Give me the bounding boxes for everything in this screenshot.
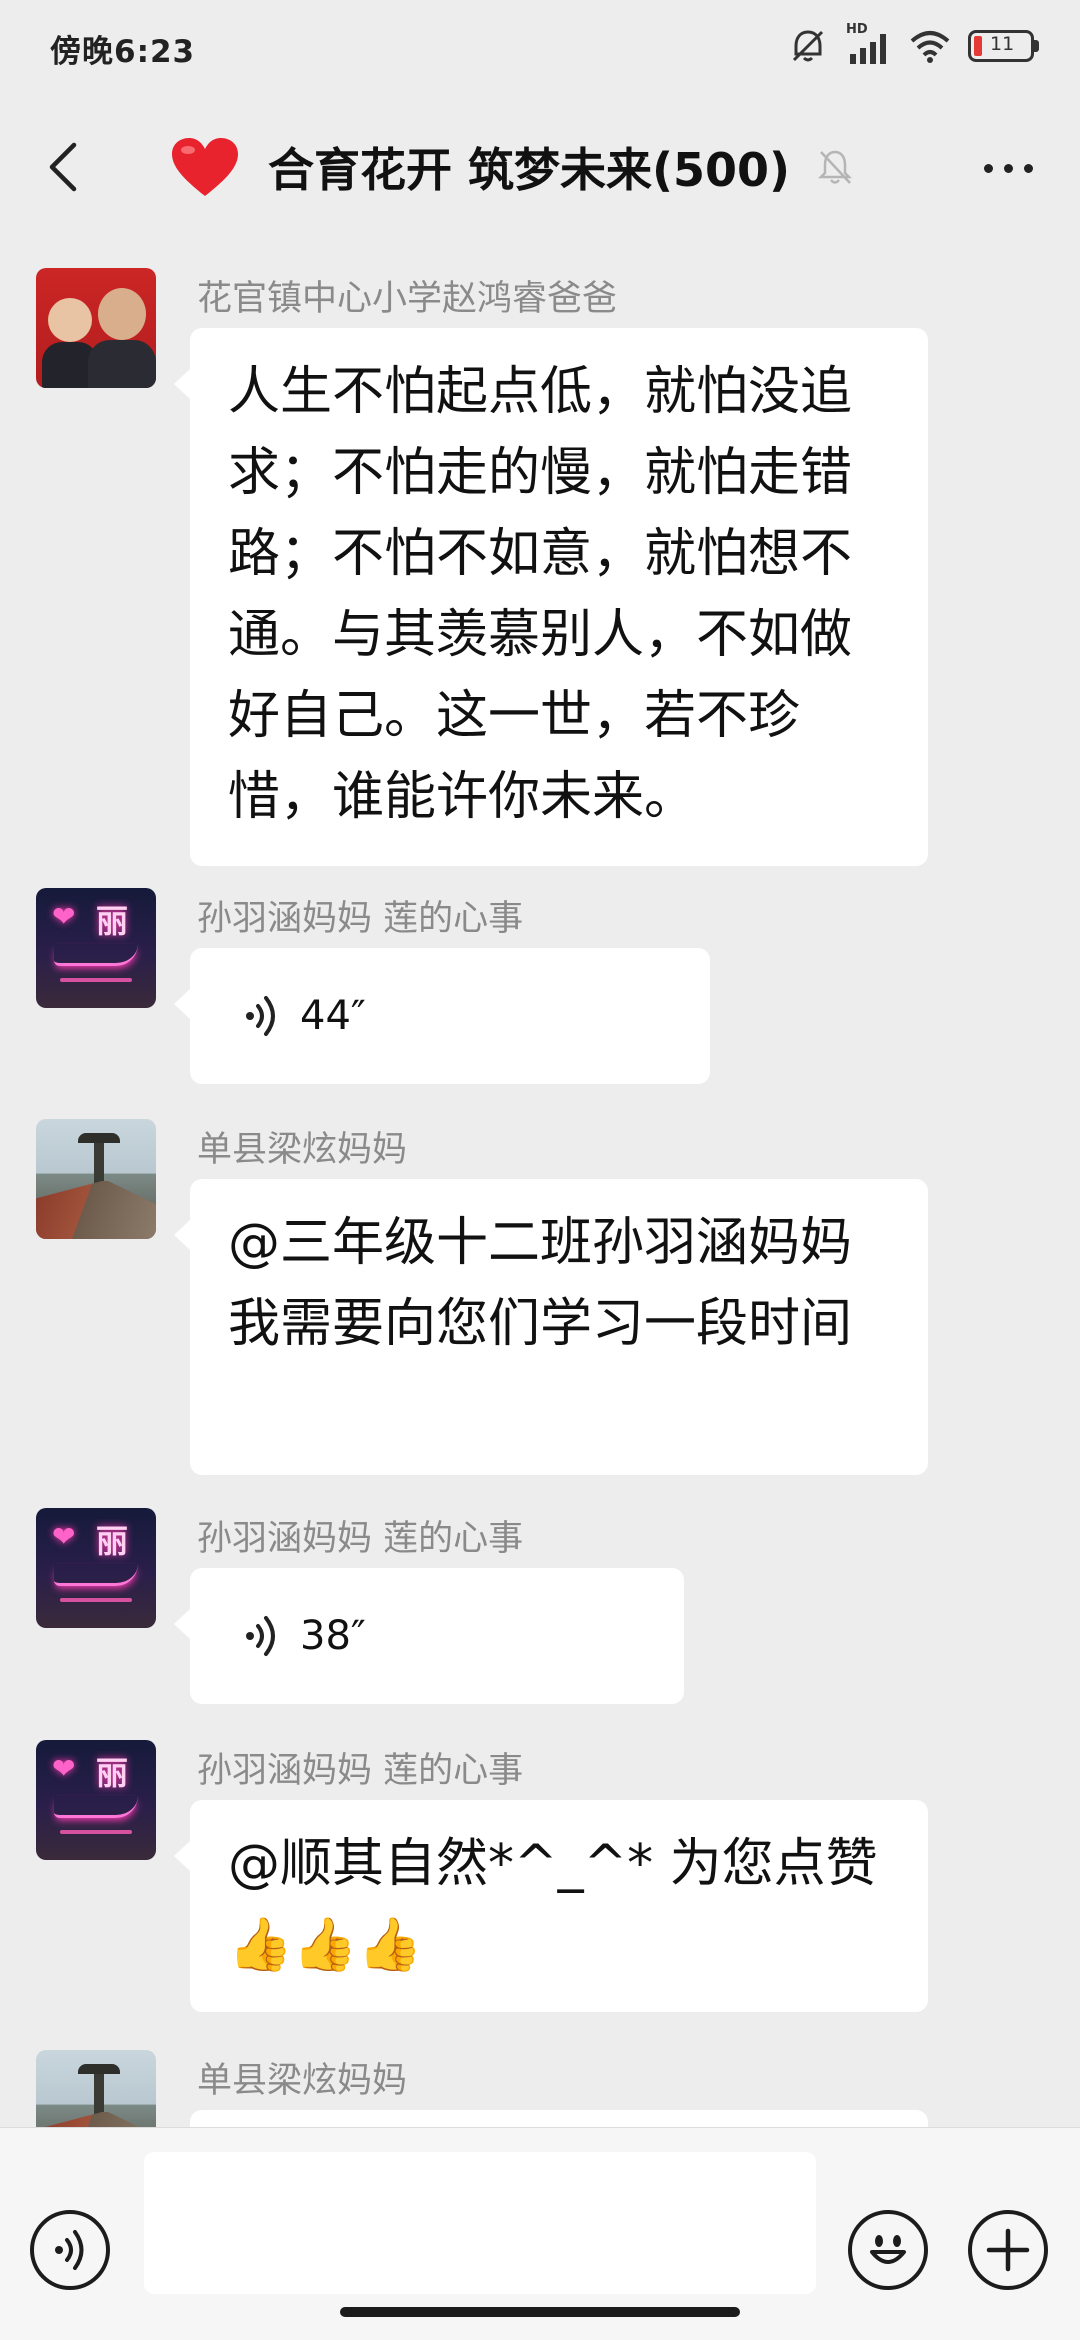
heart-icon <box>172 138 238 196</box>
voice-input-icon <box>55 2230 84 2270</box>
back-button[interactable] <box>32 134 92 200</box>
status-bar: 傍晚6:23 HD 11 <box>0 0 1080 92</box>
status-icons: HD 11 <box>788 22 1040 70</box>
message-item: ❤ 丽 孙羽涵妈妈 莲的心事 @顺其自然*^_^* 为您点赞 👍👍👍 <box>0 1714 1080 2044</box>
avatar[interactable] <box>36 1119 156 1239</box>
voice-input-button[interactable] <box>30 2210 110 2290</box>
plus-button[interactable] <box>968 2210 1048 2290</box>
message-bubble[interactable]: @顺其自然*^_^* 为您点赞 👍👍👍 <box>174 1800 928 2012</box>
battery-icon: 11 <box>968 30 1040 62</box>
voice-duration: 44″ <box>300 993 366 1039</box>
avatar[interactable] <box>36 2050 156 2127</box>
avatar[interactable]: ❤ 丽 <box>36 1740 156 1860</box>
more-dot <box>1003 163 1013 173</box>
message-item: 花官镇中心小学赵鸿睿爸爸 人生不怕起点低，就怕没追求；不怕走的慢，就怕走错路；不… <box>0 242 1080 866</box>
more-options-button[interactable] <box>968 140 1048 196</box>
status-time: 傍晚6:23 <box>50 34 196 70</box>
hd-label: HD <box>846 22 868 37</box>
voice-message-bubble[interactable]: 44″ <box>174 948 710 1084</box>
sender-name: 孙羽涵妈妈 莲的心事 <box>197 1751 524 1791</box>
thumbs-up-emoji: 👍👍👍 <box>228 1915 423 1975</box>
sender-name: 单县梁炫妈妈 <box>197 2061 408 2101</box>
mute-alarm-icon <box>792 30 824 62</box>
avatar-neon-char: 丽 <box>96 1754 129 1792</box>
message-list[interactable]: 花官镇中心小学赵鸿睿爸爸 人生不怕起点低，就怕没追求；不怕走的慢，就怕走错路；不… <box>0 242 1080 2127</box>
message-item: 单县梁炫妈妈 @三年级十二班孙羽涵妈妈 我需要向您们学习一段时间 <box>0 1093 1080 1493</box>
avatar[interactable] <box>36 268 156 388</box>
signal-icon: HD <box>846 22 892 66</box>
message-bubble[interactable]: @三年级十二班孙羽涵妈妈 我需要向您们学习一段时间 <box>174 1179 928 1475</box>
voice-duration: 38″ <box>300 1613 366 1659</box>
emoji-icon <box>870 2235 906 2264</box>
avatar[interactable]: ❤ 丽 <box>36 888 156 1008</box>
more-dot <box>983 163 993 173</box>
message-text: @顺其自然*^_^* 为您点赞 👍👍👍 <box>228 1834 878 1975</box>
sender-name: 花官镇中心小学赵鸿睿爸爸 <box>197 279 618 319</box>
home-indicator[interactable] <box>340 2307 740 2317</box>
message-item: ❤ 丽 孙羽涵妈妈 莲的心事 38″ <box>0 1482 1080 1712</box>
sender-name: 孙羽涵妈妈 莲的心事 <box>197 1519 524 1559</box>
chat-header: 合育花开 筑梦未来(500) <box>0 92 1080 242</box>
sender-name: 单县梁炫妈妈 <box>197 1130 408 1170</box>
mute-bell-icon <box>818 150 853 184</box>
battery-level: 11 <box>990 33 1015 55</box>
chat-title: 合育花开 筑梦未来(500) <box>268 143 791 197</box>
avatar[interactable]: ❤ 丽 <box>36 1508 156 1628</box>
chat-title-group[interactable]: 合育花开 筑梦未来(500) <box>170 122 854 212</box>
emoji-button[interactable] <box>848 2210 928 2290</box>
message-text: @三年级十二班孙羽涵妈妈 我需要向您们学习一段时间 <box>228 1213 869 1354</box>
wifi-icon <box>910 31 950 63</box>
message-item: 单县梁炫妈妈 <box>0 2024 1080 2127</box>
back-chevron-icon <box>49 142 77 192</box>
message-text: 人生不怕起点低，就怕没追求；不怕走的慢，就怕走错路；不怕不如意，就怕想不通。与其… <box>228 362 853 827</box>
message-bubble[interactable]: 人生不怕起点低，就怕没追求；不怕走的慢，就怕走错路；不怕不如意，就怕想不通。与其… <box>174 328 928 866</box>
plus-icon <box>986 2228 1030 2272</box>
message-input[interactable] <box>144 2152 816 2294</box>
more-dot <box>1023 163 1033 173</box>
message-item: ❤ 丽 孙羽涵妈妈 莲的心事 44″ <box>0 862 1080 1092</box>
avatar-neon-char: 丽 <box>96 1522 129 1560</box>
voice-wave-icon <box>246 996 275 1036</box>
avatar-neon-char: 丽 <box>96 902 129 940</box>
voice-message-bubble[interactable]: 38″ <box>174 1568 684 1704</box>
sender-name: 孙羽涵妈妈 莲的心事 <box>197 899 524 939</box>
voice-wave-icon <box>246 1616 275 1656</box>
chat-screen: 傍晚6:23 HD 11 合育花开 筑梦未来(500) 花官镇中心小学赵鸿睿爸爸… <box>0 0 1080 2340</box>
message-bubble[interactable] <box>190 2110 928 2127</box>
